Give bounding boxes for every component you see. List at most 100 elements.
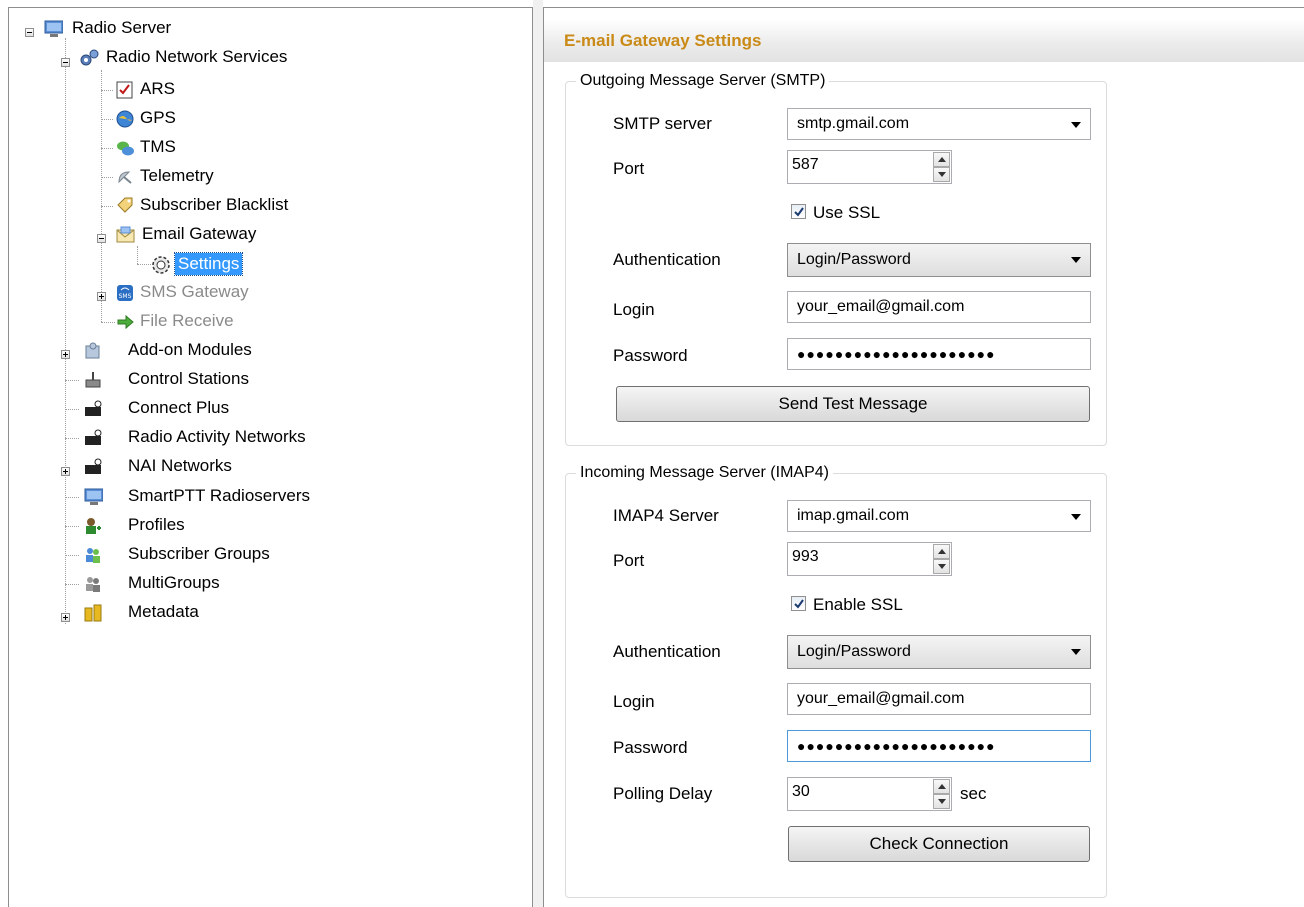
chevron-down-icon[interactable] (1071, 257, 1081, 263)
checklist-icon (116, 81, 133, 99)
smtp-group: Outgoing Message Server (SMTP) SMTP serv… (565, 71, 1107, 446)
tree-line (65, 380, 79, 381)
expander-expand-sms-gateway[interactable] (97, 292, 106, 301)
tree-line (65, 497, 79, 498)
settings-pane: E-mail Gateway Settings Outgoing Message… (543, 7, 1304, 907)
spin-up-icon[interactable] (933, 779, 950, 794)
server-icon (44, 20, 63, 37)
smtp-login-input[interactable]: your_email@gmail.com (787, 291, 1091, 323)
smtp-password-label: Password (613, 346, 688, 365)
imap-password-label: Password (613, 738, 688, 757)
smtp-use-ssl-checkbox[interactable]: Use SSL (791, 202, 931, 224)
tree-line (65, 555, 79, 556)
svg-text:SMS: SMS (119, 293, 132, 300)
expander-collapse-radio-server[interactable] (25, 28, 34, 37)
tree-label: Radio Network Services (106, 47, 288, 66)
combo-value: imap.gmail.com (797, 507, 910, 524)
smtp-port-input[interactable]: 587 (787, 150, 952, 184)
tree-line (101, 206, 113, 207)
input-value: your_email@gmail.com (797, 690, 965, 707)
repeater-icon (85, 458, 102, 474)
envelope-icon (116, 226, 135, 243)
tree-label: Radio Server (72, 18, 172, 37)
navigation-tree[interactable]: Radio Server Radio Network Services ARS … (8, 7, 533, 907)
spin-down-icon[interactable] (933, 167, 950, 182)
imap-login-label: Login (613, 692, 655, 711)
imap-auth-label: Authentication (613, 642, 721, 661)
tree-line (101, 90, 113, 91)
combo-value: smtp.gmail.com (797, 115, 910, 132)
imap-enable-ssl-checkbox[interactable]: Enable SSL (791, 594, 951, 616)
port-stepper (933, 152, 950, 182)
imap-server-label: IMAP4 Server (613, 506, 719, 525)
tree-label: Subscriber Groups (128, 544, 270, 563)
checkbox-box[interactable] (791, 204, 806, 219)
tree-line (65, 38, 66, 624)
satellite-dish-icon (118, 171, 132, 184)
imap-password-input[interactable]: ●●●●●●●●●●●●●●●●●●●●● (787, 730, 1091, 762)
spin-up-icon[interactable] (933, 152, 950, 167)
checkmark-icon (794, 599, 804, 609)
tree-line (65, 438, 79, 439)
tree-label: Control Stations (128, 369, 249, 388)
imap-auth-dropdown[interactable]: Login/Password (787, 635, 1091, 669)
tree-label: Telemetry (140, 166, 214, 185)
spin-value: 587 (792, 156, 819, 173)
tree-label: Radio Activity Networks (128, 427, 306, 446)
spin-down-icon[interactable] (933, 559, 950, 574)
tree-label: Subscriber Blacklist (140, 195, 289, 214)
tree-label: Add-on Modules (128, 340, 252, 359)
tree-line (101, 322, 115, 323)
tree-line (65, 584, 79, 585)
tree-line (65, 409, 79, 410)
expander-expand-addon-modules[interactable] (61, 350, 70, 359)
send-test-message-button[interactable]: Send Test Message (616, 386, 1090, 422)
page-title: E-mail Gateway Settings (564, 31, 762, 50)
spin-up-icon[interactable] (933, 544, 950, 559)
tree-label: GPS (140, 108, 176, 127)
port-stepper (933, 544, 950, 574)
tree-label: SmartPTT Radioservers (128, 486, 311, 505)
expander-collapse-email-gateway[interactable] (97, 234, 106, 243)
database-icon (84, 604, 102, 622)
tree-label: Email Gateway (142, 224, 257, 243)
chevron-down-icon[interactable] (1071, 122, 1081, 128)
pane-splitter[interactable] (533, 0, 543, 907)
tree-line (101, 70, 102, 322)
imap-group: Incoming Message Server (IMAP4) IMAP4 Se… (565, 463, 1107, 898)
tree-label: SMS Gateway (140, 282, 249, 301)
imap-login-input[interactable]: your_email@gmail.com (787, 683, 1091, 715)
spin-value: 30 (792, 783, 810, 800)
imap-server-combo[interactable]: imap.gmail.com (787, 500, 1091, 532)
tree-label: MultiGroups (128, 573, 220, 592)
smtp-auth-label: Authentication (613, 250, 721, 269)
tree-label: Connect Plus (128, 398, 230, 417)
tree-line (101, 119, 113, 120)
imap-port-input[interactable]: 993 (787, 542, 952, 576)
tree-line (65, 526, 79, 527)
chat-bubbles-icon (117, 141, 134, 156)
polling-stepper (933, 779, 950, 809)
dropdown-value: Login/Password (797, 251, 911, 268)
chevron-down-icon[interactable] (1071, 649, 1081, 655)
smtp-auth-dropdown[interactable]: Login/Password (787, 243, 1091, 277)
polling-delay-input[interactable]: 30 (787, 777, 952, 811)
tree-line (137, 246, 138, 264)
imap-port-label: Port (613, 551, 645, 570)
user-group-icon (86, 577, 100, 592)
checkmark-icon (794, 207, 804, 217)
gear-icon (152, 256, 170, 274)
expander-collapse-radio-network-services[interactable] (61, 58, 70, 67)
chevron-down-icon[interactable] (1071, 514, 1081, 520)
check-connection-button[interactable]: Check Connection (788, 826, 1090, 862)
smtp-server-combo[interactable]: smtp.gmail.com (787, 108, 1091, 140)
tree-line (137, 264, 151, 265)
gears-icon (80, 49, 99, 66)
tag-icon (117, 197, 133, 213)
spin-down-icon[interactable] (933, 794, 950, 809)
checkbox-box[interactable] (791, 596, 806, 611)
repeater-icon (85, 400, 102, 416)
expander-expand-nai-networks[interactable] (61, 467, 70, 476)
expander-expand-metadata[interactable] (61, 613, 70, 622)
smtp-password-input[interactable]: ●●●●●●●●●●●●●●●●●●●●● (787, 338, 1091, 370)
